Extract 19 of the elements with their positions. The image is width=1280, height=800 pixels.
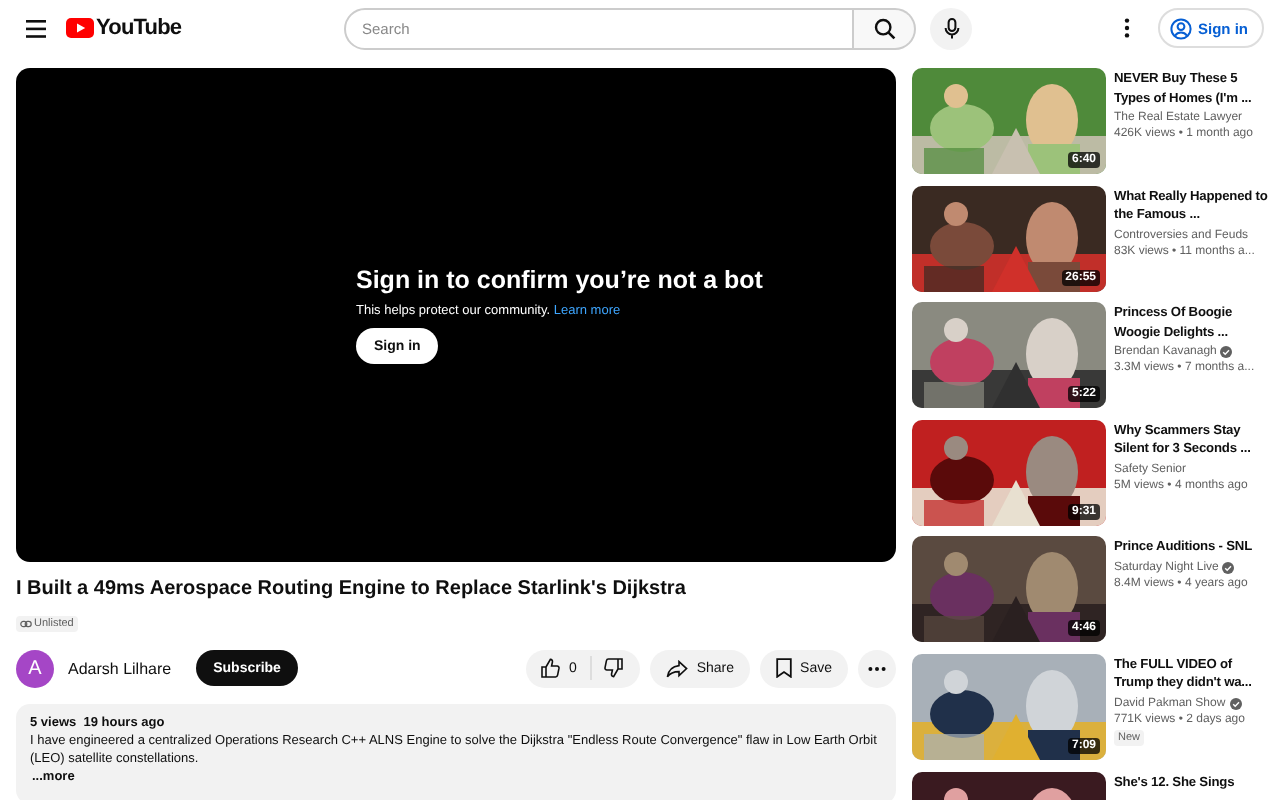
channel-avatar[interactable]: A — [16, 649, 54, 687]
bookmark-icon — [776, 658, 793, 678]
more-options-icon[interactable] — [1124, 18, 1130, 38]
microphone-icon — [943, 17, 959, 39]
logo[interactable]: YouTube — [66, 16, 182, 40]
more-icon — [868, 665, 886, 671]
search-icon — [873, 17, 895, 39]
search-button[interactable] — [854, 7, 916, 49]
thumbs-up-icon — [540, 658, 561, 678]
more-actions-button[interactable] — [858, 649, 896, 687]
share-arrow-icon — [666, 659, 689, 677]
player-heading: Sign in to confirm you’re not a bot — [356, 266, 765, 294]
thumbs-down-icon — [604, 658, 625, 678]
video-title: I Built a 49ms Aerospace Routing Engine to Replace Starlink's Dijkstra — [16, 578, 688, 600]
account-icon — [1170, 17, 1192, 39]
channel-name[interactable]: Adarsh Lilhare — [68, 659, 172, 677]
play-logo-icon — [66, 18, 94, 38]
menu-icon[interactable] — [26, 19, 46, 37]
microphone-button[interactable] — [930, 7, 972, 49]
